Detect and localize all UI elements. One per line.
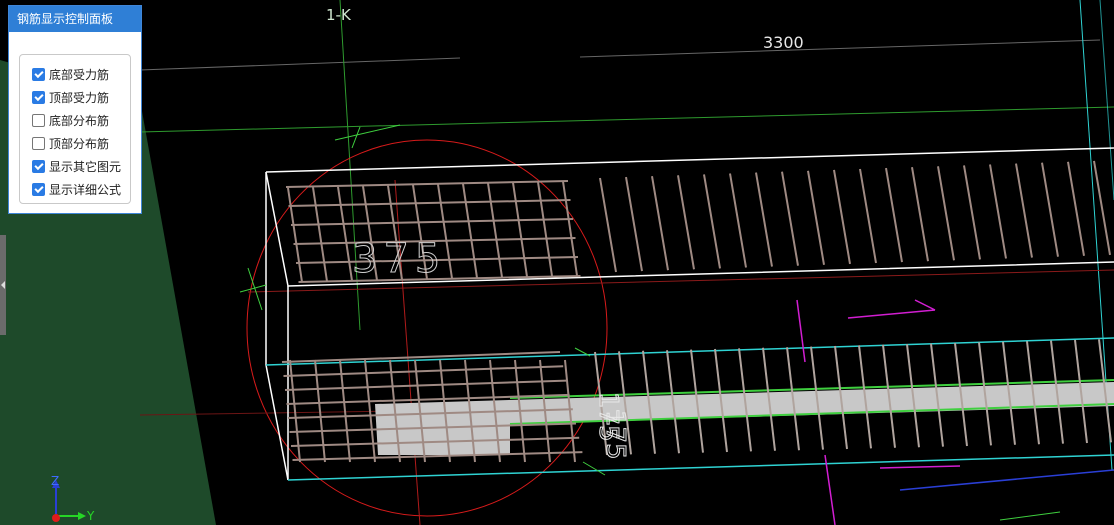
dimension-375: 375 [352,236,446,282]
option-label: 显示其它图元 [49,160,122,174]
option-show-detailed-formula[interactable]: 显示详细公式 [20,178,130,201]
panel-collapse-handle[interactable] [0,235,6,335]
checkbox-icon[interactable] [32,68,45,81]
option-top-main-rebar[interactable]: 顶部受力筋 [20,86,130,109]
option-label: 底部分布筋 [49,114,110,128]
option-label: 底部受力筋 [49,68,110,82]
panel-options: 底部受力筋 顶部受力筋 底部分布筋 顶部分布筋 显示其它图元 显示详细公式 [19,54,131,204]
rebar-display-control-panel: 钢筋显示控制面板 底部受力筋 顶部受力筋 底部分布筋 顶部分布筋 显示其它图元 … [8,5,142,214]
checkbox-icon[interactable] [32,114,45,127]
option-label: 顶部受力筋 [49,91,110,105]
triad-z-label: Z [51,474,59,488]
triad-y-label: Y [86,509,95,523]
option-bottom-distribution-rebar[interactable]: 底部分布筋 [20,109,130,132]
option-top-distribution-rebar[interactable]: 顶部分布筋 [20,132,130,155]
option-label: 顶部分布筋 [49,137,110,151]
dimension-175-b: 175 [600,410,630,460]
3d-viewport[interactable]: 1-K 3300 375 175 175 Z Y [0,0,1114,525]
dimension-3300: 3300 [763,33,804,52]
axis-label-1k: 1-K [326,6,352,24]
checkbox-icon[interactable] [32,91,45,104]
panel-title: 钢筋显示控制面板 [9,6,141,32]
checkbox-icon[interactable] [32,183,45,196]
option-bottom-main-rebar[interactable]: 底部受力筋 [20,63,130,86]
option-label: 显示详细公式 [49,183,122,197]
checkbox-icon[interactable] [32,137,45,150]
option-show-other-elements[interactable]: 显示其它图元 [20,155,130,178]
checkbox-icon[interactable] [32,160,45,173]
